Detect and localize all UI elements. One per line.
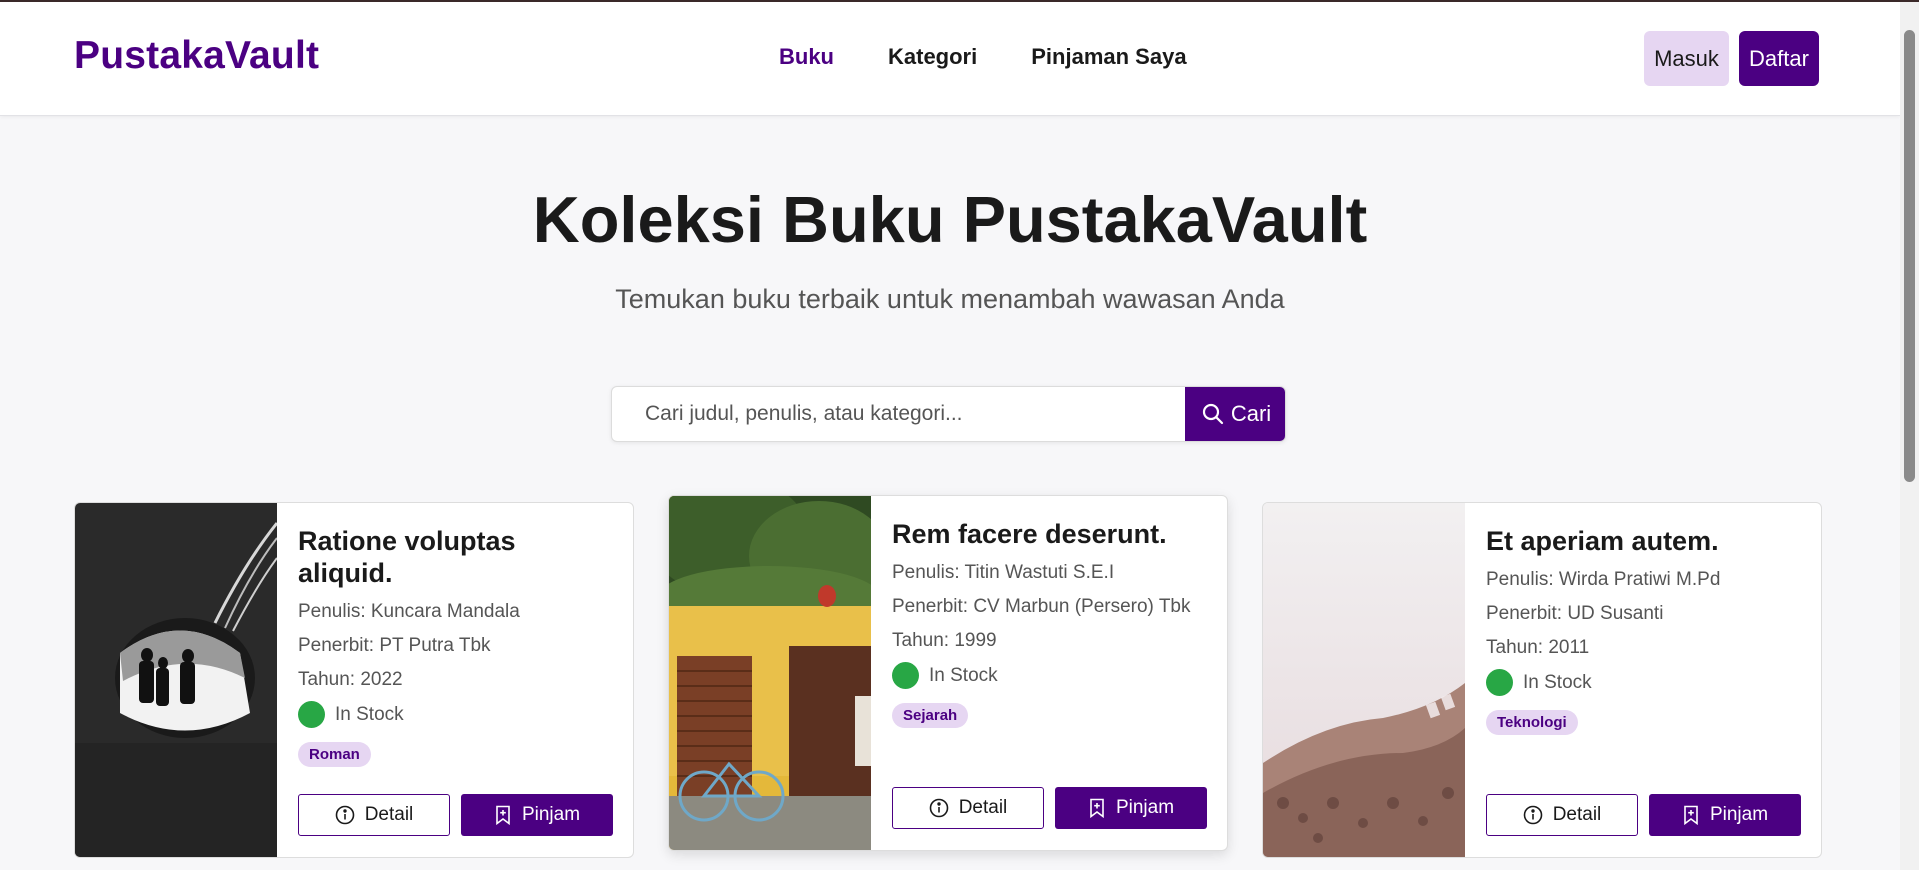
- book-info: Rem facere deserunt. Penulis: Titin Wast…: [892, 518, 1210, 728]
- info-icon: [335, 805, 355, 825]
- login-button[interactable]: Masuk: [1644, 31, 1729, 86]
- stock-label: In Stock: [929, 664, 998, 686]
- borrow-button[interactable]: Pinjam: [1649, 794, 1801, 836]
- borrow-button[interactable]: Pinjam: [1055, 787, 1207, 829]
- info-icon: [1523, 805, 1543, 825]
- detail-button[interactable]: Detail: [892, 787, 1044, 829]
- book-year: Tahun: 2022: [298, 669, 403, 690]
- in-stock-dot-icon: [1486, 669, 1513, 696]
- book-year: Tahun: 2011: [1486, 637, 1590, 658]
- detail-button-label: Detail: [958, 797, 1008, 818]
- book-author: Penulis: Wirda Pratiwi M.Pd: [1486, 569, 1721, 590]
- book-publisher: Penerbit: UD Susanti: [1486, 603, 1664, 624]
- stock-label: In Stock: [335, 703, 404, 725]
- book-publisher: Penerbit: CV Marbun (Persero) Tbk: [892, 596, 1191, 617]
- stock-label: In Stock: [1523, 671, 1592, 693]
- nav-link-buku[interactable]: Buku: [779, 44, 834, 70]
- search-button[interactable]: Cari: [1185, 387, 1285, 441]
- book-cover-image[interactable]: [75, 503, 277, 857]
- detail-button-label: Detail: [364, 804, 414, 825]
- book-actions: Detail Pinjam: [1486, 794, 1801, 836]
- stock-status: In Stock: [1486, 669, 1804, 696]
- main-nav: Buku Kategori Pinjaman Saya: [779, 44, 1187, 70]
- bookmark-plus-icon: [494, 805, 512, 825]
- book-title[interactable]: Et aperiam autem.: [1486, 525, 1804, 557]
- book-actions: Detail Pinjam: [892, 787, 1207, 829]
- register-button[interactable]: Daftar: [1739, 31, 1819, 86]
- nav-link-kategori[interactable]: Kategori: [888, 44, 977, 70]
- brand-logo[interactable]: PustakaVault: [74, 34, 319, 78]
- book-cover-image[interactable]: [1263, 503, 1465, 857]
- category-badge: Teknologi: [1486, 710, 1578, 735]
- book-title[interactable]: Rem facere deserunt.: [892, 518, 1210, 550]
- search-button-label: Cari: [1230, 401, 1272, 426]
- book-card: Ratione voluptas aliquid. Penulis: Kunca…: [74, 502, 634, 858]
- book-author: Penulis: Kuncara Mandala: [298, 601, 520, 622]
- book-cover-image[interactable]: [669, 496, 871, 850]
- navbar: PustakaVault Buku Kategori Pinjaman Saya…: [0, 2, 1900, 116]
- book-publisher: Penerbit: PT Putra Tbk: [298, 635, 491, 656]
- borrow-button-label: Pinjam: [521, 804, 581, 825]
- stock-status: In Stock: [298, 701, 616, 728]
- borrow-button-label: Pinjam: [1115, 797, 1175, 818]
- detail-button[interactable]: Detail: [298, 794, 450, 836]
- category-badge: Sejarah: [892, 703, 969, 728]
- book-card: Rem facere deserunt. Penulis: Titin Wast…: [668, 495, 1228, 851]
- page-subtitle: Temukan buku terbaik untuk menambah wawa…: [615, 284, 1285, 314]
- stock-status: In Stock: [892, 662, 1210, 689]
- search-icon: [1201, 402, 1225, 426]
- page-scrollbar[interactable]: [1900, 2, 1919, 870]
- nav-link-pinjaman-saya[interactable]: Pinjaman Saya: [1031, 44, 1186, 70]
- category-badge: Roman: [298, 742, 371, 767]
- detail-button[interactable]: Detail: [1486, 794, 1638, 836]
- book-author: Penulis: Titin Wastuti S.E.I: [892, 562, 1115, 583]
- bookmark-plus-icon: [1682, 805, 1700, 825]
- borrow-button[interactable]: Pinjam: [461, 794, 613, 836]
- borrow-button-label: Pinjam: [1709, 804, 1769, 825]
- search-input[interactable]: [612, 387, 1185, 441]
- page-title: Koleksi Buku PustakaVault: [532, 183, 1368, 256]
- bookmark-plus-icon: [1088, 798, 1106, 818]
- book-info: Ratione voluptas aliquid. Penulis: Kunca…: [298, 525, 616, 767]
- search-bar: Cari: [611, 386, 1286, 442]
- book-year: Tahun: 1999: [892, 630, 997, 651]
- in-stock-dot-icon: [892, 662, 919, 689]
- book-card: Et aperiam autem. Penulis: Wirda Pratiwi…: [1262, 502, 1822, 858]
- scrollbar-thumb[interactable]: [1904, 30, 1915, 482]
- detail-button-label: Detail: [1552, 804, 1602, 825]
- book-actions: Detail Pinjam: [298, 794, 613, 836]
- book-title[interactable]: Ratione voluptas aliquid.: [298, 525, 616, 589]
- in-stock-dot-icon: [298, 701, 325, 728]
- book-info: Et aperiam autem. Penulis: Wirda Pratiwi…: [1486, 525, 1804, 735]
- info-icon: [929, 798, 949, 818]
